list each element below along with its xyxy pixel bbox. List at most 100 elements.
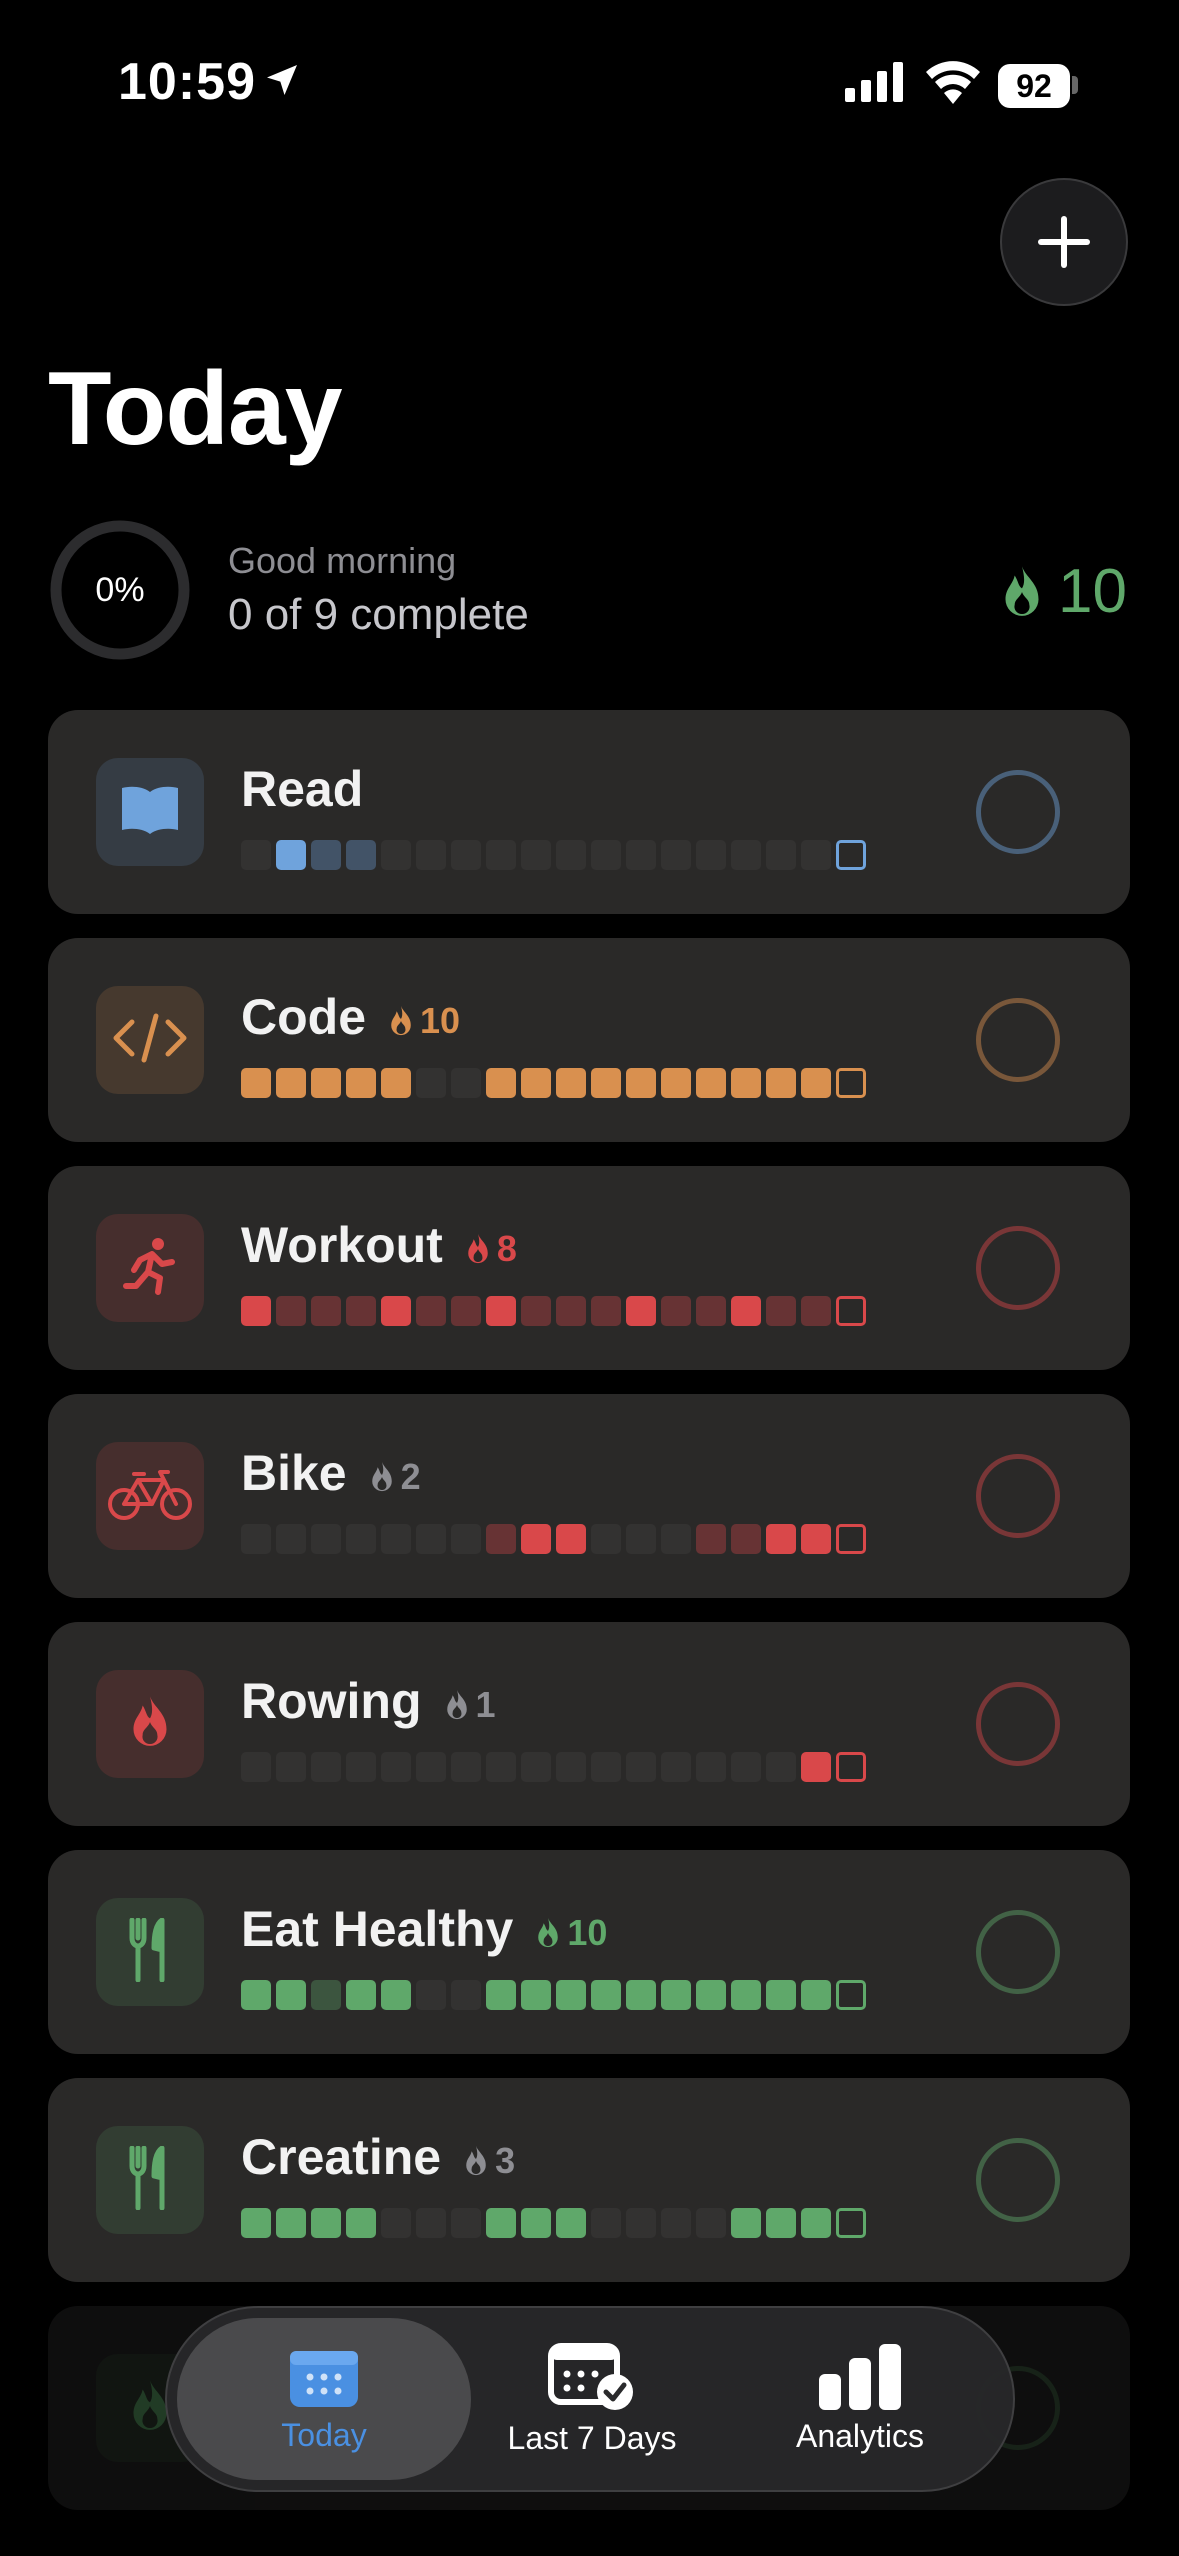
day-square	[661, 1296, 691, 1326]
day-square	[766, 840, 796, 870]
day-square	[241, 2208, 271, 2238]
day-square	[486, 2208, 516, 2238]
day-square	[521, 1524, 551, 1554]
day-square	[521, 1296, 551, 1326]
battery-indicator: 92	[998, 64, 1070, 108]
day-square	[731, 1068, 761, 1098]
day-square	[801, 840, 831, 870]
day-square	[626, 1524, 656, 1554]
habit-card[interactable]: Eat Healthy 10	[48, 1850, 1130, 2054]
day-square	[311, 2208, 341, 2238]
day-square	[836, 1752, 866, 1782]
status-bar: 10:59 92	[0, 0, 1179, 175]
completion-count: 0 of 9 complete	[228, 590, 529, 639]
day-square	[731, 1980, 761, 2010]
habit-streak: 10	[388, 1000, 460, 1042]
day-square	[311, 840, 341, 870]
page-title: Today	[48, 351, 343, 467]
cellular-signal-icon	[845, 62, 903, 102]
day-square	[451, 1524, 481, 1554]
habit-card[interactable]: Read	[48, 710, 1130, 914]
overall-streak: 10	[1000, 556, 1127, 627]
day-square	[486, 840, 516, 870]
day-square	[486, 1980, 516, 2010]
habit-history	[241, 1068, 866, 1098]
day-square	[381, 1296, 411, 1326]
day-square	[626, 1752, 656, 1782]
habit-icon-tile	[96, 986, 204, 1094]
habit-icon-tile	[96, 1214, 204, 1322]
location-arrow-icon	[267, 65, 297, 95]
day-square	[381, 1980, 411, 2010]
day-square	[381, 840, 411, 870]
day-square	[381, 1752, 411, 1782]
tab-analytics[interactable]: Analytics	[713, 2318, 1007, 2480]
flame-icon	[466, 2145, 486, 2175]
day-square	[661, 1980, 691, 2010]
day-square	[381, 1524, 411, 1554]
day-square	[836, 2208, 866, 2238]
day-square	[696, 1752, 726, 1782]
battery-cap	[1072, 76, 1078, 94]
day-square	[731, 840, 761, 870]
day-square	[311, 1980, 341, 2010]
tab-label: Analytics	[795, 2417, 925, 2454]
habit-complete-toggle[interactable]	[976, 770, 1060, 854]
day-square	[731, 1296, 761, 1326]
day-square	[696, 840, 726, 870]
flame-icon	[446, 1689, 467, 1719]
habit-title: Rowing 1	[241, 1672, 496, 1730]
bar-chart-icon	[819, 2343, 901, 2410]
day-square	[486, 1752, 516, 1782]
day-square	[731, 1524, 761, 1554]
habit-icon-tile	[96, 1898, 204, 2006]
habit-streak-count: 2	[400, 1455, 421, 1497]
habit-history	[241, 2208, 866, 2238]
day-square	[626, 1980, 656, 2010]
habit-card[interactable]: Creatine 3	[48, 2078, 1130, 2282]
tab-today[interactable]: Today	[177, 2318, 471, 2480]
habit-streak: 2	[369, 1456, 421, 1498]
flame-icon	[1005, 565, 1039, 616]
habit-card[interactable]: Workout 8	[48, 1166, 1130, 1370]
habit-card[interactable]: Code 10	[48, 938, 1130, 1142]
day-square	[696, 1980, 726, 2010]
habit-title: Eat Healthy 10	[241, 1900, 607, 1958]
day-square	[521, 1752, 551, 1782]
day-square	[451, 840, 481, 870]
day-square	[836, 1068, 866, 1098]
habit-name: Read	[241, 761, 364, 817]
day-square	[591, 2208, 621, 2238]
habit-complete-toggle[interactable]	[976, 2138, 1060, 2222]
habit-title: Workout 8	[241, 1216, 517, 1274]
day-square	[416, 1068, 446, 1098]
day-square	[381, 1068, 411, 1098]
habit-complete-toggle[interactable]	[976, 1226, 1060, 1310]
day-square	[451, 1068, 481, 1098]
habit-card[interactable]: Rowing 1	[48, 1622, 1130, 1826]
progress-percent: 0%	[95, 570, 145, 609]
habit-card[interactable]: Bike 2	[48, 1394, 1130, 1598]
day-square	[241, 1524, 271, 1554]
add-habit-button[interactable]	[1000, 178, 1128, 306]
habit-icon-tile	[96, 2126, 204, 2234]
day-square	[731, 1752, 761, 1782]
overall-streak-count: 10	[1058, 557, 1127, 626]
status-time: 10:59	[118, 53, 256, 111]
day-square	[241, 1068, 271, 1098]
day-square	[766, 1752, 796, 1782]
habit-complete-toggle[interactable]	[976, 1910, 1060, 1994]
code-icon	[112, 1012, 188, 1069]
day-square	[836, 1524, 866, 1554]
calendar-check-icon	[548, 2342, 633, 2410]
day-square	[416, 1296, 446, 1326]
habit-icon-tile	[96, 1670, 204, 1778]
day-square	[521, 1068, 551, 1098]
day-square	[731, 2208, 761, 2238]
day-square	[801, 1524, 831, 1554]
habit-complete-toggle[interactable]	[976, 998, 1060, 1082]
day-square	[556, 840, 586, 870]
habit-complete-toggle[interactable]	[976, 1682, 1060, 1766]
habit-complete-toggle[interactable]	[976, 1454, 1060, 1538]
tab-last-7-days[interactable]: Last 7 Days	[445, 2318, 739, 2480]
